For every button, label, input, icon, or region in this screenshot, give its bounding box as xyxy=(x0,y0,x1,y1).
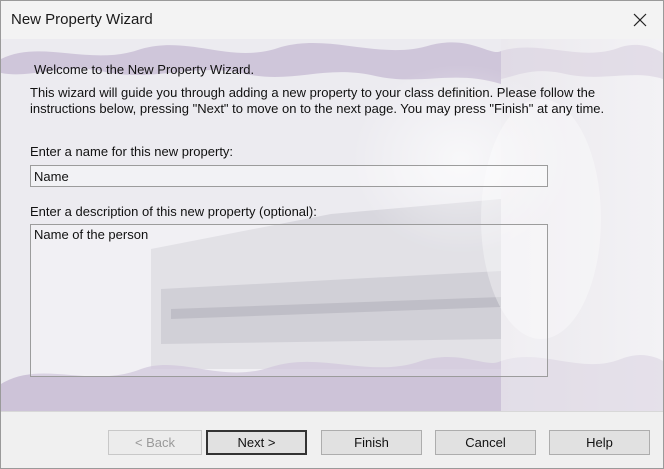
wizard-page: Welcome to the New Property Wizard. This… xyxy=(1,39,663,411)
property-name-label: Enter a name for this new property: xyxy=(30,144,234,159)
welcome-text: Welcome to the New Property Wizard. xyxy=(34,62,255,77)
next-button[interactable]: Next > xyxy=(206,430,307,455)
property-description-input[interactable]: Name of the person xyxy=(30,224,548,377)
property-name-input[interactable] xyxy=(30,165,548,187)
window-title: New Property Wizard xyxy=(11,11,153,28)
close-button[interactable] xyxy=(617,1,663,39)
back-button[interactable]: < Back xyxy=(108,430,202,455)
title-bar: New Property Wizard xyxy=(1,1,663,39)
button-bar: < Back Next > Finish Cancel Help xyxy=(1,411,663,468)
cancel-button[interactable]: Cancel xyxy=(435,430,536,455)
wizard-window: New Property Wizard Welcome to the New P… xyxy=(0,0,664,469)
finish-button[interactable]: Finish xyxy=(321,430,422,455)
property-description-label: Enter a description of this new property… xyxy=(30,204,317,219)
instructions-text: This wizard will guide you through addin… xyxy=(30,85,605,116)
help-button[interactable]: Help xyxy=(549,430,650,455)
close-icon xyxy=(633,13,647,27)
